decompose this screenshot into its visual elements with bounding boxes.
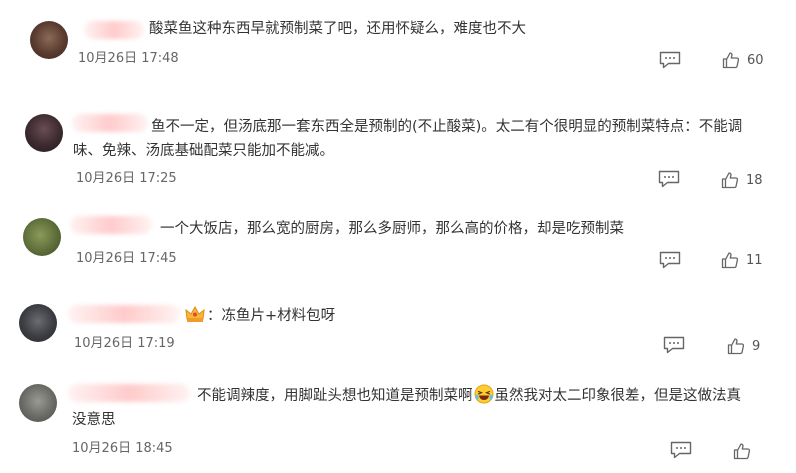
- comment-item: 不能调辣度，用脚趾头想也知道是预制菜啊 虽然我对太二印象很差，但是这做法真 没意…: [0, 0, 796, 473]
- avatar[interactable]: [19, 384, 57, 422]
- comment-list: 酸菜鱼这种东西早就预制菜了吧，还用怀疑么，难度也不大 10月26日 17:48 …: [0, 0, 796, 473]
- username-blurred[interactable]: [68, 384, 190, 402]
- comment-text-line1: 不能调辣度，用脚趾头想也知道是预制菜啊 虽然我对太二印象很差，但是这做法真: [197, 384, 741, 412]
- comment-time: 10月26日 18:45: [72, 441, 173, 456]
- comment-text-line2: 没意思: [72, 412, 116, 428]
- laughing-emoji-icon: [474, 384, 494, 412]
- reply-icon[interactable]: [670, 441, 692, 459]
- thumbs-up-icon: [733, 443, 751, 460]
- comment-body-part1: 不能调辣度，用脚趾头想也知道是预制菜啊: [197, 388, 473, 404]
- like-button[interactable]: [733, 441, 758, 461]
- comment-body-part2: 虽然我对太二印象很差，但是这做法真: [494, 388, 742, 404]
